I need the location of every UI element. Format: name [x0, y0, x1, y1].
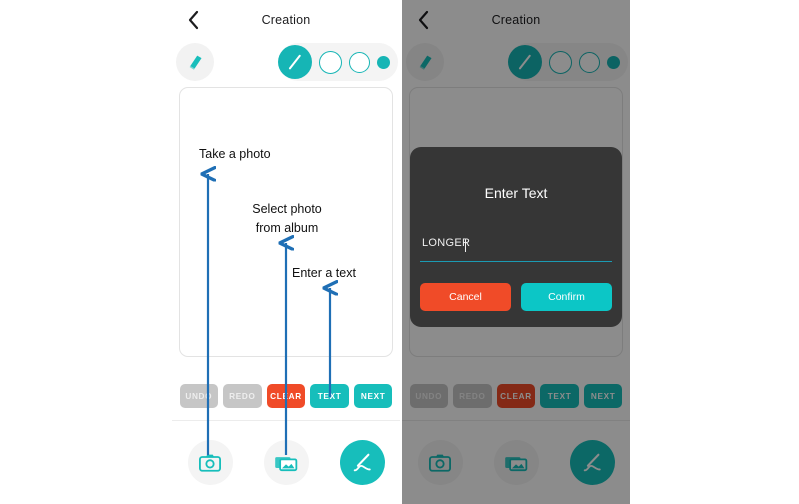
- draw-button[interactable]: [339, 440, 385, 485]
- brush-size-small[interactable]: [607, 55, 620, 69]
- camera-icon: [199, 454, 221, 472]
- text-button[interactable]: TEXT: [540, 384, 579, 408]
- page-title: Creation: [261, 13, 311, 27]
- eraser-icon[interactable]: [406, 43, 444, 81]
- brush-pen-selected[interactable]: [278, 45, 312, 79]
- action-button-bar-2: UNDO REDO CLEAR TEXT NEXT: [402, 381, 630, 411]
- brush-size-medium[interactable]: [349, 51, 370, 73]
- text-button[interactable]: TEXT: [310, 384, 349, 408]
- tool-row: [172, 40, 400, 85]
- tool-row-2: [402, 40, 630, 85]
- next-button[interactable]: NEXT: [583, 384, 623, 408]
- bottom-nav-2: [402, 421, 630, 504]
- screenshot-stage: Creation UNDO REDO CLEAR TEXT NEXT Creat…: [0, 0, 799, 504]
- undo-button[interactable]: UNDO: [409, 384, 449, 408]
- brush-size-medium[interactable]: [579, 51, 600, 73]
- undo-button[interactable]: UNDO: [179, 384, 219, 408]
- annotation-take-a-photo: Take a photo: [199, 147, 271, 161]
- phone-screen-text-dialog: Creation UNDO REDO CLEAR TEXT NEXT Enter…: [402, 0, 630, 504]
- album-button[interactable]: [263, 440, 309, 485]
- annotation-select-photo-line1: Select photo: [252, 202, 322, 216]
- text-input-value: LONGER: [422, 237, 471, 249]
- enter-text-dialog: Enter Text LONGER Cancel Confirm: [410, 147, 622, 327]
- camera-icon: [429, 454, 451, 472]
- page-title-2: Creation: [491, 13, 541, 27]
- pen-stroke-icon: [518, 54, 532, 70]
- redo-button[interactable]: REDO: [223, 384, 262, 408]
- confirm-button[interactable]: Confirm: [521, 283, 612, 311]
- brush-size-selector[interactable]: [278, 43, 398, 81]
- camera-button[interactable]: [187, 440, 233, 485]
- navbar: Creation: [172, 0, 400, 40]
- brush-size-selector-2[interactable]: [508, 43, 628, 81]
- album-button[interactable]: [493, 440, 539, 485]
- navbar-2: Creation: [402, 0, 630, 40]
- brush-size-small[interactable]: [377, 55, 390, 69]
- pen-icon: [583, 453, 601, 471]
- dialog-title: Enter Text: [484, 185, 548, 201]
- cancel-button[interactable]: Cancel: [420, 283, 511, 311]
- brush-pen-selected[interactable]: [508, 45, 542, 79]
- redo-button[interactable]: REDO: [453, 384, 492, 408]
- phone-screen-drawing: Creation UNDO REDO CLEAR TEXT NEXT: [172, 0, 400, 504]
- photos-icon: [275, 456, 298, 471]
- dialog-buttons: Cancel Confirm: [420, 283, 612, 311]
- next-button[interactable]: NEXT: [353, 384, 393, 408]
- text-cursor: [465, 239, 466, 252]
- annotation-enter-a-text: Enter a text: [292, 266, 356, 280]
- text-input-field[interactable]: LONGER: [420, 235, 612, 262]
- draw-button[interactable]: [569, 440, 615, 485]
- eraser-icon[interactable]: [176, 43, 214, 81]
- clear-button[interactable]: CLEAR: [496, 384, 536, 408]
- clear-button[interactable]: CLEAR: [266, 384, 306, 408]
- brush-size-large[interactable]: [549, 50, 572, 74]
- annotation-select-photo-line2: from album: [255, 221, 319, 235]
- pen-icon: [353, 453, 371, 471]
- bottom-nav: [172, 421, 400, 504]
- photos-icon: [505, 456, 528, 471]
- action-button-bar: UNDO REDO CLEAR TEXT NEXT: [172, 381, 400, 411]
- brush-size-large[interactable]: [319, 50, 342, 74]
- camera-button[interactable]: [417, 440, 463, 485]
- pen-stroke-icon: [288, 54, 302, 70]
